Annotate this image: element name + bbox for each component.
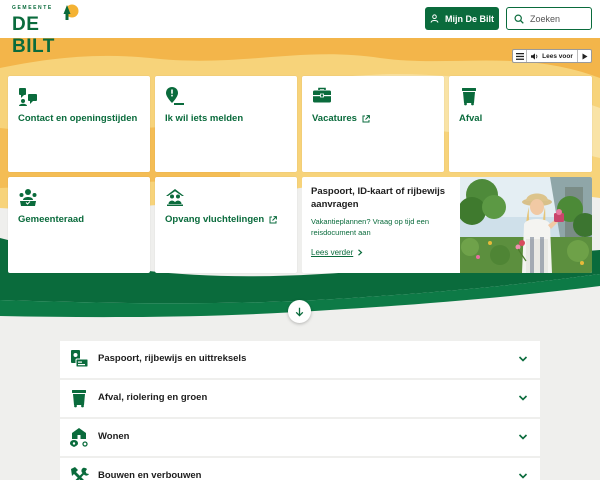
chevron-down-icon bbox=[518, 434, 528, 440]
read-more-link[interactable]: Lees verder bbox=[311, 248, 363, 257]
search-icon bbox=[514, 13, 524, 24]
speaker-icon bbox=[531, 52, 538, 60]
waste-bin-icon bbox=[462, 88, 476, 106]
site-header: GEMEENTE DE BILT Mijn De Bilt bbox=[0, 0, 600, 57]
chevron-down-icon bbox=[518, 473, 528, 479]
accordion-item-passport[interactable]: Paspoort, rijbewijs en uittreksels bbox=[60, 341, 540, 378]
search-input[interactable] bbox=[530, 13, 590, 24]
tile-label: Gemeenteraad bbox=[18, 214, 85, 225]
tile-report[interactable]: Ik wil iets melden bbox=[155, 76, 297, 172]
my-account-button[interactable]: Mijn De Bilt bbox=[425, 7, 499, 30]
tile-label: Afval bbox=[459, 113, 483, 124]
my-account-label: Mijn De Bilt bbox=[445, 13, 494, 24]
scroll-down-button[interactable] bbox=[288, 300, 311, 323]
woman-with-flowers-photo bbox=[460, 177, 592, 273]
play-icon bbox=[582, 53, 587, 59]
council-icon bbox=[19, 189, 37, 206]
menu-icon bbox=[515, 52, 524, 60]
logo-subtitle: GEMEENTE bbox=[12, 5, 53, 11]
shelter-icon bbox=[166, 189, 184, 206]
accordion-item-waste[interactable]: Afval, riolering en groen bbox=[60, 380, 540, 417]
user-icon bbox=[430, 14, 439, 23]
promo-title: Paspoort, ID-kaart of rijbewijs aanvrage… bbox=[311, 186, 446, 210]
promo-card-passport[interactable]: Paspoort, ID-kaart of rijbewijs aanvrage… bbox=[302, 177, 592, 273]
accordion-label: Paspoort, rijbewijs en uittreksels bbox=[98, 353, 247, 364]
topics-accordion: Paspoort, rijbewijs en uittreksels Afval… bbox=[60, 341, 540, 480]
briefcase-icon bbox=[313, 87, 331, 103]
search-box[interactable] bbox=[506, 7, 592, 30]
readspeaker-play-button[interactable] bbox=[577, 50, 591, 62]
readspeaker-read-button[interactable]: Lees voor bbox=[527, 50, 577, 62]
tile-label: Vacatures bbox=[312, 113, 370, 124]
chevron-down-icon bbox=[518, 395, 528, 401]
external-link-icon bbox=[362, 114, 370, 122]
accordion-item-building[interactable]: Bouwen en verbouwen bbox=[60, 458, 540, 480]
tree-logo-icon bbox=[63, 4, 79, 20]
readspeaker-label: Lees voor bbox=[542, 52, 573, 60]
tile-waste[interactable]: Afval bbox=[449, 76, 592, 172]
arrow-down-icon bbox=[295, 307, 304, 317]
tile-refugee-shelter[interactable]: Opvang vluchtelingen bbox=[155, 177, 297, 273]
housing-location-icon bbox=[70, 428, 88, 447]
municipality-logo[interactable]: GEMEENTE DE BILT bbox=[10, 2, 79, 57]
readspeaker-menu-button[interactable] bbox=[513, 50, 527, 62]
report-location-icon bbox=[166, 87, 184, 105]
accordion-label: Bouwen en verbouwen bbox=[98, 470, 202, 480]
tile-council[interactable]: Gemeenteraad bbox=[8, 177, 150, 273]
chevron-down-icon bbox=[518, 356, 528, 362]
waste-bin-icon bbox=[72, 390, 86, 408]
tile-label: Ik wil iets melden bbox=[165, 113, 244, 124]
contact-icon bbox=[19, 88, 37, 106]
chevron-right-icon bbox=[358, 249, 363, 256]
tools-icon bbox=[71, 467, 89, 480]
readspeaker-bar[interactable]: Lees voor bbox=[512, 49, 592, 63]
tile-vacancies[interactable]: Vacatures bbox=[302, 76, 444, 172]
promo-text: Vakantieplannen? Vraag op tijd een reisd… bbox=[311, 217, 430, 237]
accordion-item-housing[interactable]: Wonen bbox=[60, 419, 540, 456]
read-more-label: Lees verder bbox=[311, 248, 354, 257]
tile-label: Contact en openingstijden bbox=[18, 113, 138, 124]
id-document-icon bbox=[71, 350, 89, 368]
accordion-label: Afval, riolering en groen bbox=[98, 392, 208, 403]
external-link-icon bbox=[269, 215, 278, 223]
tile-contact[interactable]: Contact en openingstijden bbox=[8, 76, 150, 172]
tile-label: Opvang vluchtelingen bbox=[165, 214, 278, 225]
accordion-label: Wonen bbox=[98, 431, 130, 442]
